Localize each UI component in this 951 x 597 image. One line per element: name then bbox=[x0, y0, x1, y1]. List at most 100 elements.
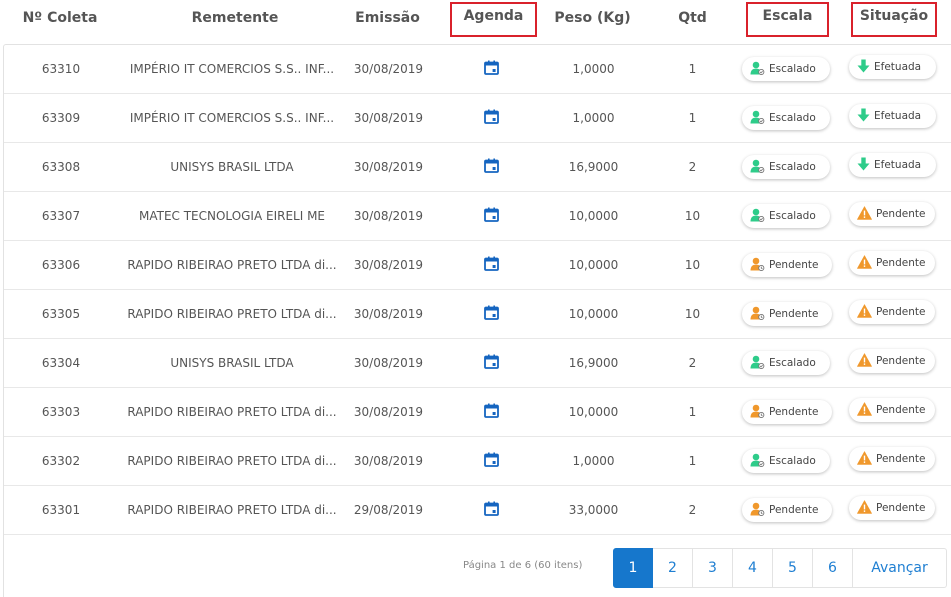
situacao-label: Efetuada bbox=[874, 110, 922, 122]
arrow-down-icon bbox=[857, 157, 870, 174]
calendar-icon[interactable] bbox=[484, 256, 499, 271]
page-button-2[interactable]: 2 bbox=[653, 548, 693, 588]
peso-value: 1,0000 bbox=[572, 454, 615, 468]
header-qtd[interactable]: Qtd bbox=[650, 0, 735, 36]
user-check-icon bbox=[750, 208, 765, 225]
page-button-5[interactable]: 5 bbox=[773, 548, 813, 588]
escala-badge[interactable]: Escalado bbox=[742, 351, 830, 375]
emissao-date: 30/08/2019 bbox=[353, 160, 424, 174]
calendar-icon[interactable] bbox=[484, 305, 499, 320]
qtd-value: 10 bbox=[684, 307, 701, 321]
user-clock-icon bbox=[750, 502, 765, 519]
calendar-icon[interactable] bbox=[484, 60, 499, 75]
next-page-button[interactable]: Avançar bbox=[853, 548, 947, 588]
page-button-6[interactable]: 6 bbox=[813, 548, 853, 588]
remetente-name: RAPIDO RIBEIRAO PRETO LTDA di... bbox=[127, 405, 337, 419]
peso-value: 10,0000 bbox=[568, 405, 619, 419]
calendar-icon[interactable] bbox=[484, 403, 499, 418]
remetente-name: RAPIDO RIBEIRAO PRETO LTDA di... bbox=[127, 307, 337, 321]
table-row[interactable]: 63302 RAPIDO RIBEIRAO PRETO LTDA di... 30/… bbox=[4, 437, 951, 486]
calendar-icon[interactable] bbox=[484, 501, 499, 516]
coleta-number: 63304 bbox=[41, 356, 81, 370]
header-situacao[interactable]: Situação bbox=[851, 0, 937, 37]
peso-value: 1,0000 bbox=[572, 62, 615, 76]
page-button-1[interactable]: 1 bbox=[613, 548, 653, 588]
escala-badge[interactable]: Pendente bbox=[742, 400, 832, 424]
coleta-number: 63302 bbox=[41, 454, 81, 468]
situacao-badge[interactable]: Efetuada bbox=[849, 153, 936, 177]
coleta-number: 63308 bbox=[41, 160, 81, 174]
coleta-number: 63305 bbox=[41, 307, 81, 321]
table-row[interactable]: 63306 RAPIDO RIBEIRAO PRETO LTDA di... 30/… bbox=[4, 241, 951, 290]
peso-value: 10,0000 bbox=[568, 258, 619, 272]
situacao-badge[interactable]: Pendente bbox=[849, 300, 935, 324]
header-peso[interactable]: Peso (Kg) bbox=[545, 0, 640, 36]
situacao-badge[interactable]: Pendente bbox=[849, 447, 935, 471]
escala-label: Pendente bbox=[769, 259, 819, 271]
situacao-label: Pendente bbox=[876, 257, 926, 269]
header-agenda[interactable]: Agenda bbox=[450, 0, 537, 37]
remetente-name: MATEC TECNOLOGIA EIRELI ME bbox=[138, 209, 326, 223]
header-remetente[interactable]: Remetente bbox=[120, 0, 350, 36]
table-row[interactable]: 63303 RAPIDO RIBEIRAO PRETO LTDA di... 30/… bbox=[4, 388, 951, 437]
table-row[interactable]: 63309 IMPÉRIO IT COMERCIOS S.S.. INF... 30… bbox=[4, 94, 951, 143]
remetente-name: UNISYS BRASIL LTDA bbox=[170, 356, 294, 370]
escala-label: Pendente bbox=[769, 406, 819, 418]
table-row[interactable]: 63304 UNISYS BRASIL LTDA 30/08/2019 16,9000… bbox=[4, 339, 951, 388]
warning-triangle-icon bbox=[857, 254, 872, 272]
situacao-badge[interactable]: Pendente bbox=[849, 251, 935, 275]
user-check-icon bbox=[750, 159, 765, 176]
warning-triangle-icon bbox=[857, 205, 872, 223]
page-button-4[interactable]: 4 bbox=[733, 548, 773, 588]
calendar-icon[interactable] bbox=[484, 158, 499, 173]
situacao-badge[interactable]: Pendente bbox=[849, 496, 935, 520]
coleta-number: 63309 bbox=[41, 111, 81, 125]
arrow-down-icon bbox=[857, 59, 870, 76]
calendar-icon[interactable] bbox=[484, 109, 499, 124]
header-coleta[interactable]: Nº Coleta bbox=[10, 0, 110, 36]
escala-badge[interactable]: Escalado bbox=[742, 57, 830, 81]
situacao-badge[interactable]: Pendente bbox=[849, 202, 935, 226]
escala-badge[interactable]: Pendente bbox=[742, 302, 832, 326]
user-clock-icon bbox=[750, 404, 765, 421]
table-row[interactable]: 63307 MATEC TECNOLOGIA EIRELI ME 30/08/201… bbox=[4, 192, 951, 241]
peso-value: 33,0000 bbox=[568, 503, 619, 517]
coletas-table: 63310 IMPÉRIO IT COMERCIOS S.S.. INF... 30… bbox=[3, 44, 951, 597]
situacao-badge[interactable]: Pendente bbox=[849, 398, 935, 422]
emissao-date: 30/08/2019 bbox=[353, 111, 424, 125]
situacao-badge[interactable]: Pendente bbox=[849, 349, 935, 373]
situacao-label: Pendente bbox=[876, 355, 926, 367]
arrow-down-icon bbox=[857, 108, 870, 125]
warning-triangle-icon bbox=[857, 401, 872, 419]
header-escala[interactable]: Escala bbox=[746, 0, 829, 37]
table-row[interactable]: 63301 RAPIDO RIBEIRAO PRETO LTDA di... 29/… bbox=[4, 486, 951, 535]
escala-badge[interactable]: Pendente bbox=[742, 498, 832, 522]
escala-badge[interactable]: Escalado bbox=[742, 155, 830, 179]
escala-badge[interactable]: Escalado bbox=[742, 204, 830, 228]
calendar-icon[interactable] bbox=[484, 354, 499, 369]
escala-label: Escalado bbox=[769, 161, 816, 173]
calendar-icon[interactable] bbox=[484, 207, 499, 222]
situacao-badge[interactable]: Efetuada bbox=[849, 104, 936, 128]
table-row[interactable]: 63308 UNISYS BRASIL LTDA 30/08/2019 16,9000… bbox=[4, 143, 951, 192]
emissao-date: 30/08/2019 bbox=[353, 258, 424, 272]
qtd-value: 2 bbox=[688, 503, 697, 517]
header-emissao[interactable]: Emissão bbox=[340, 0, 435, 36]
escala-label: Pendente bbox=[769, 504, 819, 516]
escala-badge[interactable]: Pendente bbox=[742, 253, 832, 277]
table-row[interactable]: 63305 RAPIDO RIBEIRAO PRETO LTDA di... 30/… bbox=[4, 290, 951, 339]
situacao-badge[interactable]: Efetuada bbox=[849, 55, 936, 79]
page-button-3[interactable]: 3 bbox=[693, 548, 733, 588]
escala-badge[interactable]: Escalado bbox=[742, 106, 830, 130]
table-row[interactable]: 63310 IMPÉRIO IT COMERCIOS S.S.. INF... 30… bbox=[4, 45, 951, 94]
emissao-date: 30/08/2019 bbox=[353, 307, 424, 321]
warning-triangle-icon bbox=[857, 303, 872, 321]
remetente-name: IMPÉRIO IT COMERCIOS S.S.. INF... bbox=[129, 111, 335, 125]
coleta-number: 63306 bbox=[41, 258, 81, 272]
calendar-icon[interactable] bbox=[484, 452, 499, 467]
peso-value: 10,0000 bbox=[568, 307, 619, 321]
user-clock-icon bbox=[750, 306, 765, 323]
escala-badge[interactable]: Escalado bbox=[742, 449, 830, 473]
coleta-number: 63310 bbox=[41, 62, 81, 76]
situacao-label: Pendente bbox=[876, 404, 926, 416]
